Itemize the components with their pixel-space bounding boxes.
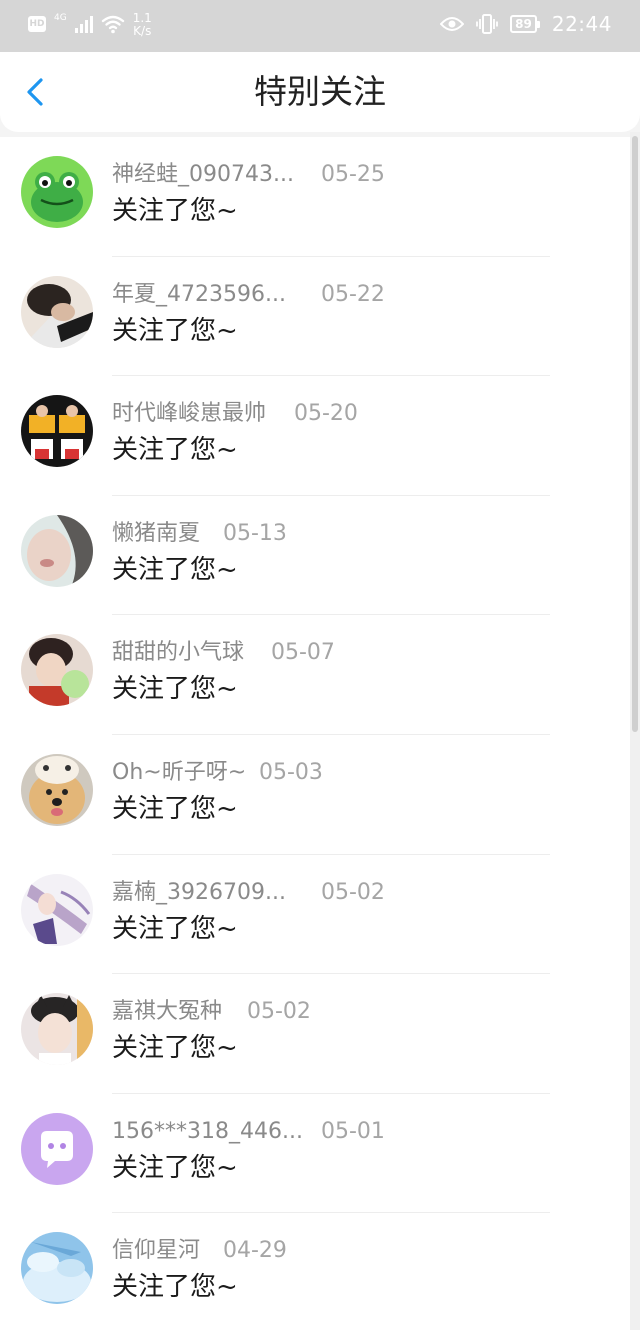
battery-icon: 89 [510,15,540,33]
scrollbar-thumb[interactable] [632,136,638,732]
avatar[interactable] [21,993,93,1066]
follow-date: 05-02 [247,999,311,1025]
user-name[interactable]: 年夏_4723596... [112,280,321,310]
notification-item[interactable]: 时代峰峻崽最帅 05-20 关注了您~ [0,376,640,496]
name-line: 甜甜的小气球 05-07 [112,638,335,668]
notification-item[interactable]: 年夏_4723596... 05-22 关注了您~ [0,256,640,377]
notification-message: 关注了您~ [112,196,238,226]
hd-icon: HD [28,16,46,32]
notification-item[interactable]: 信仰星河 04-29 关注了您~ [0,1213,640,1330]
follow-date: 05-03 [259,759,323,785]
user-name[interactable]: 懒猪南夏 [112,519,223,549]
status-bar: HD 4G 1.1 K/s 89 22:44 [0,0,640,52]
user-name[interactable]: 时代峰峻崽最帅 [112,399,294,429]
user-name[interactable]: 156***318_446... [112,1117,321,1147]
eye-icon [440,17,465,31]
notification-message: 关注了您~ [112,674,238,705]
status-bar-left: HD 4G 1.1 K/s [28,12,152,38]
network-type: 4G [54,13,67,23]
follow-date: 05-22 [321,281,385,307]
header-bar: 特别关注 [0,52,640,132]
user-name[interactable]: 甜甜的小气球 [112,638,271,668]
notification-item[interactable]: 神经蛙_090743... 05-25 关注了您~ [0,137,640,257]
avatar[interactable] [21,156,93,228]
notification-message: 关注了您~ [112,913,238,944]
user-name[interactable]: 神经蛙_090743... [112,160,321,190]
follow-date: 05-20 [294,401,358,427]
follow-date: 05-13 [223,520,287,546]
vibrate-icon [476,14,499,34]
notification-item[interactable]: 156***318_446... 05-01 关注了您~ [0,1093,640,1214]
user-name[interactable]: Oh~昕子呀~ [112,758,259,788]
status-bar-right: 89 22:44 [440,12,612,36]
name-line: 懒猪南夏 05-13 [112,519,287,549]
wifi-icon [101,15,124,34]
avatar[interactable] [21,634,93,707]
name-line: 年夏_4723596... 05-22 [112,280,385,310]
name-line: Oh~昕子呀~ 05-03 [112,758,323,788]
avatar[interactable] [21,514,93,587]
battery-level: 89 [510,15,537,33]
notification-message: 关注了您~ [112,1033,238,1064]
notification-item[interactable]: 甜甜的小气球 05-07 关注了您~ [0,615,640,735]
clock: 22:44 [551,12,612,36]
follow-date: 05-01 [321,1118,385,1144]
avatar[interactable] [21,873,93,946]
name-line: 嘉楠_3926709... 05-02 [112,878,385,908]
follow-date: 05-07 [271,640,335,666]
avatar[interactable] [21,1112,93,1185]
network-speed: 1.1 K/s [133,12,152,38]
notification-message: 关注了您~ [112,1272,238,1303]
notification-message: 关注了您~ [112,435,238,466]
avatar[interactable] [21,395,93,468]
name-line: 156***318_446... 05-01 [112,1117,385,1147]
notification-item[interactable]: Oh~昕子呀~ 05-03 关注了您~ [0,734,640,855]
notification-list: 神经蛙_090743... 05-25 关注了您~ 年夏_4723596... 05… [0,137,640,1330]
notification-message: 关注了您~ [112,554,238,585]
signal-icon [74,15,93,33]
notification-item[interactable]: 嘉祺大冤种 05-02 关注了您~ [0,974,640,1094]
user-name[interactable]: 嘉楠_3926709... [112,878,321,908]
notification-item[interactable]: 嘉楠_3926709... 05-02 关注了您~ [0,854,640,975]
avatar[interactable] [21,1232,93,1305]
notification-message: 关注了您~ [112,315,238,346]
name-line: 信仰星河 04-29 [112,1236,287,1266]
name-line: 神经蛙_090743... 05-25 [112,160,385,190]
name-line: 嘉祺大冤种 05-02 [112,997,311,1027]
follow-date: 04-29 [223,1238,287,1264]
avatar[interactable] [21,753,93,826]
notification-message: 关注了您~ [112,1152,238,1183]
notification-message: 关注了您~ [112,793,238,824]
follow-date: 05-02 [321,879,385,905]
user-name[interactable]: 嘉祺大冤种 [112,997,247,1027]
follow-date: 05-25 [321,162,385,187]
user-name[interactable]: 信仰星河 [112,1236,223,1266]
notification-item[interactable]: 懒猪南夏 05-13 关注了您~ [0,495,640,616]
name-line: 时代峰峻崽最帅 05-20 [112,399,358,429]
avatar[interactable] [21,275,93,348]
network-speed-unit: K/s [133,24,152,38]
page-title: 特别关注 [254,72,386,111]
